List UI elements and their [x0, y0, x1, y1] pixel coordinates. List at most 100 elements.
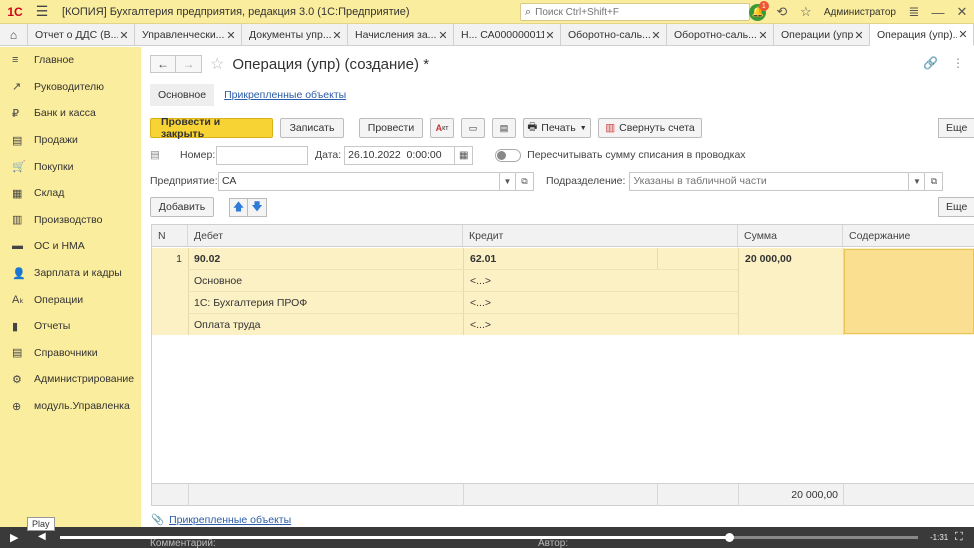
- credit-subconto-3[interactable]: <...>: [470, 314, 491, 336]
- collapse-icon: ▥: [605, 122, 616, 134]
- dept-open-icon[interactable]: ⧉: [925, 171, 944, 191]
- sidebar-item-main[interactable]: ≡ Главное: [0, 47, 141, 74]
- history-icon[interactable]: ⟲: [770, 0, 794, 24]
- date-field[interactable]: [344, 145, 456, 165]
- org-field[interactable]: [218, 171, 500, 191]
- sidebar-item-assets[interactable]: ▬ ОС и НМА: [0, 233, 141, 260]
- debit-subconto-3[interactable]: Оплата труда: [194, 314, 260, 336]
- tab-document-ca[interactable]: Н... СА000000011 ✕: [454, 24, 561, 46]
- sidebar-item-manager[interactable]: ↗ Руководителю: [0, 74, 141, 101]
- tab-management[interactable]: Управленчески... ✕: [135, 24, 242, 46]
- tab-close-icon[interactable]: ✕: [853, 29, 865, 42]
- credit-subconto-2[interactable]: <...>: [470, 292, 491, 314]
- tab-close-icon[interactable]: ✕: [331, 29, 343, 42]
- org-open-icon[interactable]: ⧉: [516, 171, 534, 191]
- debit-subconto-2[interactable]: 1С: Бухгалтерия ПРОФ: [194, 292, 307, 314]
- favorite-star-icon[interactable]: ☆: [210, 54, 224, 74]
- comment-icon[interactable]: ▤: [150, 149, 172, 161]
- tab-operations-list[interactable]: Операции (упр) ✕: [774, 24, 870, 46]
- credit-account[interactable]: 62.01: [470, 248, 496, 270]
- subnav-attached-objects[interactable]: Прикрепленные объекты: [224, 89, 346, 101]
- tab-turnover-1[interactable]: Оборотно-саль... ✕: [561, 24, 667, 46]
- debit-account[interactable]: 90.02: [194, 248, 220, 270]
- tab-close-icon[interactable]: ✕: [118, 29, 130, 42]
- content-cell-selected[interactable]: [844, 249, 974, 334]
- home-icon[interactable]: ⌂: [0, 24, 28, 46]
- notifications-bell-icon[interactable]: 🔔 1: [746, 0, 770, 24]
- post-button[interactable]: Провести: [359, 118, 423, 138]
- sidebar-item-purchases[interactable]: 🛒 Покупки: [0, 153, 141, 180]
- tab-close-icon[interactable]: ✕: [544, 29, 556, 42]
- tab-close-icon[interactable]: ✕: [650, 29, 662, 42]
- col-content[interactable]: Содержание: [843, 225, 974, 246]
- recalc-toggle[interactable]: [495, 148, 522, 162]
- tab-documents[interactable]: Документы упр... ✕: [242, 24, 348, 46]
- col-debit[interactable]: Дебет: [188, 225, 463, 246]
- attached-objects-link[interactable]: Прикрепленные объекты: [169, 514, 291, 526]
- sidebar-item-admin[interactable]: ⚙ Администрирование: [0, 366, 141, 393]
- tab-operation-current[interactable]: Операция (упр)... ✕: [870, 24, 974, 46]
- table-row[interactable]: 1 90.02 Основное 1С: Бухгалтерия ПРОФ Оп…: [152, 248, 974, 335]
- col-n[interactable]: N: [152, 225, 188, 246]
- more-button[interactable]: Еще: [938, 118, 974, 138]
- tab-accruals[interactable]: Начисления за... ✕: [348, 24, 454, 46]
- fullscreen-icon[interactable]: ⛶: [955, 531, 963, 544]
- main-menu-icon[interactable]: ☰: [30, 0, 54, 24]
- settings-menu-icon[interactable]: ≣: [902, 0, 926, 24]
- sidebar-item-bank[interactable]: ₽ Банк и касса: [0, 100, 141, 127]
- sidebar-item-production[interactable]: ▥ Производство: [0, 207, 141, 234]
- add-row-button[interactable]: Добавить: [150, 197, 214, 217]
- sidebar-item-operations[interactable]: Aₖ Операции: [0, 286, 141, 313]
- number-field[interactable]: [216, 145, 308, 165]
- search-input[interactable]: [535, 6, 736, 18]
- row-sum[interactable]: 20 000,00: [745, 248, 792, 270]
- title-bar: 1С ☰ [КОПИЯ] Бухгалтерия предприятия, ре…: [0, 0, 974, 24]
- sidebar-item-reports[interactable]: ▮ Отчеты: [0, 313, 141, 340]
- video-progress-bar[interactable]: [60, 533, 918, 542]
- org-dropdown-chevron-icon[interactable]: ▼: [500, 171, 516, 191]
- dept-dropdown-chevron-icon[interactable]: ▼: [909, 171, 926, 191]
- debit-subconto-1[interactable]: Основное: [194, 270, 242, 292]
- user-name[interactable]: Администратор: [824, 7, 896, 18]
- tab-turnover-2[interactable]: Оборотно-саль... ✕: [667, 24, 774, 46]
- col-sum[interactable]: Сумма: [738, 225, 843, 246]
- report-icon[interactable]: ▤: [492, 118, 516, 138]
- play-icon[interactable]: ▶: [10, 531, 18, 544]
- table-more-button[interactable]: Еще: [938, 197, 974, 217]
- tab-dds-report[interactable]: Отчет о ДДС (В... ✕: [28, 24, 135, 46]
- sidebar-item-sales[interactable]: ▤ Продажи: [0, 127, 141, 154]
- bar-chart-icon: ▮: [12, 320, 19, 333]
- sidebar-item-salary[interactable]: 👤 Зарплата и кадры: [0, 260, 141, 287]
- sidebar-item-module[interactable]: ⊕ модуль.Управленка: [0, 393, 141, 420]
- move-up-arrow-icon[interactable]: 🡅: [229, 197, 248, 217]
- print-button[interactable]: 🖶 Печать ▼: [523, 118, 591, 138]
- link-icon[interactable]: 🔗: [923, 56, 938, 70]
- tab-close-icon[interactable]: ✕: [757, 29, 769, 42]
- close-window-icon[interactable]: ✕: [950, 0, 974, 24]
- forward-arrow-icon[interactable]: →: [176, 55, 202, 73]
- calendar-icon[interactable]: ▦: [455, 145, 474, 165]
- minimize-icon[interactable]: —: [926, 0, 950, 24]
- tab-close-icon[interactable]: ✕: [437, 29, 449, 42]
- post-and-close-button[interactable]: Провести и закрыть: [150, 116, 273, 140]
- global-search[interactable]: ⌕: [520, 3, 750, 21]
- tab-close-icon[interactable]: ✕: [225, 29, 237, 42]
- back-arrow-icon[interactable]: ←: [150, 55, 176, 73]
- tab-close-icon[interactable]: ✕: [957, 28, 969, 41]
- sidebar-item-catalogs[interactable]: ▤ Справочники: [0, 340, 141, 367]
- save-button[interactable]: Записать: [280, 118, 344, 138]
- structure-icon[interactable]: ▭: [461, 118, 485, 138]
- move-down-arrow-icon[interactable]: 🡇: [248, 197, 267, 217]
- subnav-main[interactable]: Основное: [150, 84, 215, 106]
- col-credit[interactable]: Кредит: [463, 225, 738, 246]
- dept-field[interactable]: [629, 171, 910, 191]
- collapse-accounts-button[interactable]: ▥ Свернуть счета: [598, 118, 702, 138]
- sidebar-item-label: Руководителю: [34, 80, 105, 93]
- volume-icon[interactable]: ◀: [38, 531, 46, 542]
- favorites-star-icon[interactable]: ☆: [794, 0, 818, 24]
- more-vertical-icon[interactable]: ⋮: [952, 56, 964, 70]
- search-icon: ⌕: [525, 5, 532, 18]
- credit-subconto-1[interactable]: <...>: [470, 270, 491, 292]
- sidebar-item-warehouse[interactable]: ▦ Склад: [0, 180, 141, 207]
- dt-kt-movements-icon[interactable]: Aкт: [430, 118, 454, 138]
